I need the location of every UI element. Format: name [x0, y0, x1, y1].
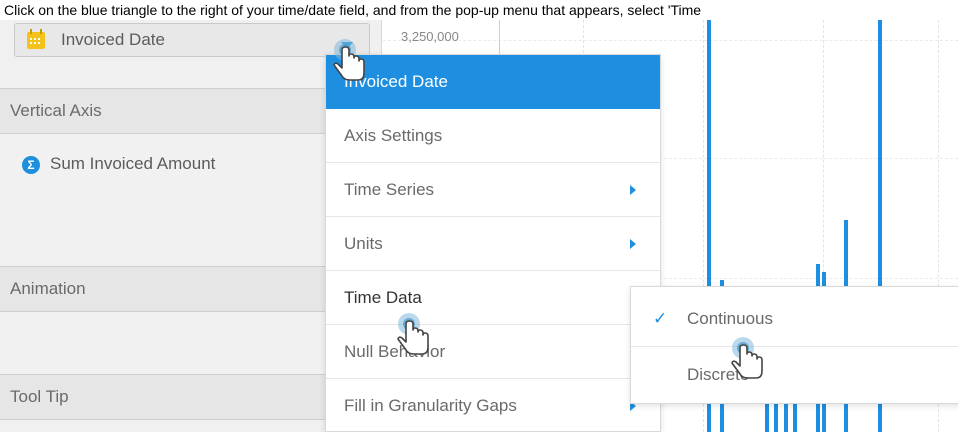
calendar-icon [27, 29, 45, 49]
instruction-text: Click on the blue triangle to the right … [0, 0, 958, 20]
submenu-item-label: Continuous [687, 309, 774, 328]
menu-item-time-data[interactable]: Time Data [326, 271, 660, 325]
submenu-item-continuous[interactable]: ✓ Continuous [631, 291, 958, 347]
time-data-submenu: ✓ Continuous Discrete [630, 286, 958, 404]
menu-item-label: Time Series [344, 180, 435, 199]
menu-item-null-behavior[interactable]: Null Behavior [326, 325, 660, 379]
context-menu: Invoiced Date Axis Settings Time Series … [325, 54, 661, 432]
menu-item-label: Axis Settings [344, 126, 443, 145]
sum-invoiced-amount-field[interactable]: Σ Sum Invoiced Amount [22, 154, 215, 174]
menu-item-label: Fill in Granularity Gaps [344, 396, 517, 415]
sigma-icon: Σ [22, 155, 40, 174]
menu-item-units[interactable]: Units [326, 217, 660, 271]
menu-item-fill-granularity-gaps[interactable]: Fill in Granularity Gaps [326, 379, 660, 432]
sum-field-label: Sum Invoiced Amount [50, 154, 216, 173]
menu-item-time-series[interactable]: Time Series [326, 163, 660, 217]
hand-cursor-icon [397, 313, 429, 355]
submenu-arrow-icon [630, 185, 636, 195]
menu-item-label: Time Data [344, 288, 422, 307]
field-label: Invoiced Date [61, 30, 165, 49]
checkmark-icon: ✓ [653, 309, 668, 328]
menu-item-invoiced-date[interactable]: Invoiced Date [326, 55, 660, 109]
hand-cursor-icon [333, 39, 365, 81]
invoiced-date-field[interactable]: Invoiced Date [14, 23, 370, 57]
submenu-item-discrete[interactable]: Discrete [631, 347, 958, 403]
hand-cursor-icon [731, 337, 763, 379]
menu-item-label: Units [344, 234, 383, 253]
menu-item-axis-settings[interactable]: Axis Settings [326, 109, 660, 163]
submenu-arrow-icon [630, 239, 636, 249]
